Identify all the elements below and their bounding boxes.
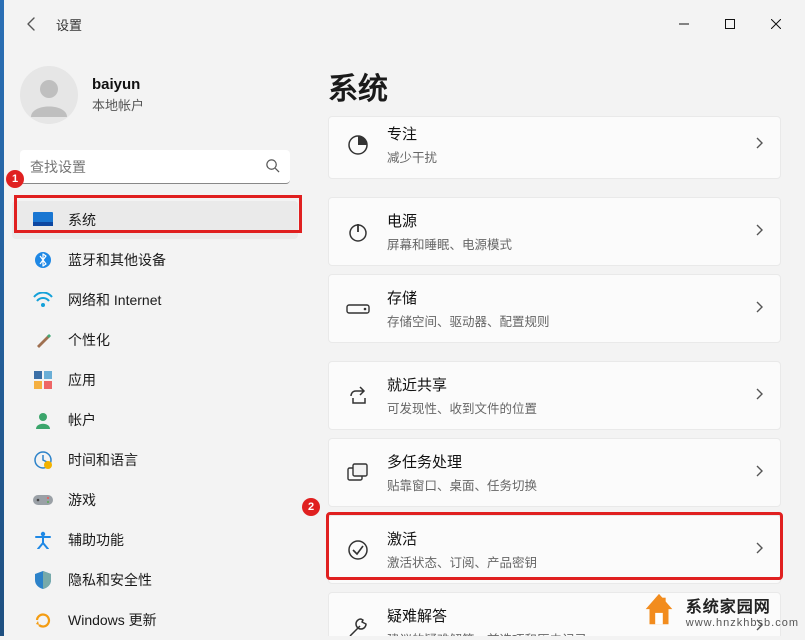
card-subtitle: 屏幕和睡眠、电源模式	[387, 234, 746, 253]
sidebar-item-label: 网络和 Internet	[68, 290, 161, 310]
sidebar-item-label: 隐私和安全性	[68, 570, 152, 590]
profile-block[interactable]: baiyun 本地帐户	[0, 58, 310, 142]
sidebar-item-accounts[interactable]: 帐户	[12, 401, 298, 439]
arrow-left-icon	[24, 16, 40, 32]
sidebar-item-bluetooth[interactable]: 蓝牙和其他设备	[12, 241, 298, 279]
card-focus[interactable]: 专注 减少干扰	[328, 116, 781, 179]
chevron-right-icon	[754, 464, 764, 481]
card-subtitle: 激活状态、订阅、产品密钥	[387, 552, 746, 571]
card-title: 激活	[387, 528, 746, 549]
close-icon	[771, 19, 781, 29]
sidebar-item-system[interactable]: 系统	[12, 201, 298, 239]
maximize-icon	[725, 19, 735, 29]
sidebar-item-windows-update[interactable]: Windows 更新	[12, 601, 298, 639]
watermark: 系统家园网 www.hnzkhbsb.com	[640, 592, 799, 630]
chevron-right-icon	[754, 300, 764, 317]
search-icon	[265, 158, 280, 176]
sidebar-item-time-language[interactable]: 时间和语言	[12, 441, 298, 479]
sidebar-item-network[interactable]: 网络和 Internet	[12, 281, 298, 319]
card-title: 电源	[387, 210, 746, 231]
accessibility-icon	[32, 529, 54, 551]
card-subtitle: 建议的疑难解答、首选项和历史记录	[387, 629, 746, 636]
sidebar-item-label: 时间和语言	[68, 450, 138, 470]
watermark-title: 系统家园网	[686, 593, 799, 617]
chevron-right-icon	[754, 136, 764, 153]
nav-list: 系统 蓝牙和其他设备 网络和 Internet 个性化	[0, 200, 310, 640]
apps-icon	[32, 369, 54, 391]
card-storage[interactable]: 存储 存储空间、驱动器、配置规则	[328, 274, 781, 343]
avatar	[20, 66, 78, 124]
page-title: 系统	[328, 64, 781, 108]
card-subtitle: 可发现性、收到文件的位置	[387, 398, 746, 417]
update-icon	[32, 609, 54, 631]
wifi-icon	[32, 289, 54, 311]
card-subtitle: 贴靠窗口、桌面、任务切换	[387, 475, 746, 494]
share-icon	[343, 381, 373, 411]
power-icon	[343, 217, 373, 247]
profile-subtitle: 本地帐户	[92, 95, 144, 114]
storage-icon	[343, 294, 373, 324]
multitask-icon	[343, 458, 373, 488]
clock-globe-icon	[32, 449, 54, 471]
chevron-right-icon	[754, 387, 764, 404]
sidebar-item-label: 个性化	[68, 330, 110, 350]
sidebar-item-label: Windows 更新	[68, 610, 157, 630]
search-wrap	[20, 150, 290, 184]
sidebar-item-label: 游戏	[68, 490, 96, 510]
sidebar-item-personalization[interactable]: 个性化	[12, 321, 298, 359]
gamepad-icon	[32, 489, 54, 511]
maximize-button[interactable]	[707, 8, 753, 40]
settings-card-list: 专注 减少干扰 电源 屏幕和睡眠、电源模式	[328, 116, 781, 636]
check-circle-icon	[343, 535, 373, 565]
watermark-url: www.hnzkhbsb.com	[686, 617, 799, 629]
card-title: 就近共享	[387, 374, 746, 395]
card-title: 专注	[387, 123, 746, 144]
minimize-icon	[679, 19, 689, 29]
sidebar-item-accessibility[interactable]: 辅助功能	[12, 521, 298, 559]
sidebar-item-label: 应用	[68, 370, 96, 390]
minimize-button[interactable]	[661, 8, 707, 40]
card-power[interactable]: 电源 屏幕和睡眠、电源模式	[328, 197, 781, 266]
chevron-right-icon	[754, 541, 764, 558]
annotation-badge-2: 2	[302, 498, 320, 516]
search-input[interactable]	[20, 150, 290, 184]
display-icon	[32, 209, 54, 231]
titlebar: 设置	[0, 0, 805, 48]
shield-icon	[32, 569, 54, 591]
sidebar: baiyun 本地帐户 系统 蓝牙和其他设备	[0, 48, 310, 636]
sidebar-item-apps[interactable]: 应用	[12, 361, 298, 399]
back-button[interactable]	[12, 4, 52, 44]
chevron-right-icon	[754, 223, 764, 240]
card-title: 多任务处理	[387, 451, 746, 472]
close-button[interactable]	[753, 8, 799, 40]
card-activation[interactable]: 激活 激活状态、订阅、产品密钥	[328, 515, 781, 584]
sidebar-item-label: 辅助功能	[68, 530, 124, 550]
focus-icon	[343, 130, 373, 160]
card-subtitle: 存储空间、驱动器、配置规则	[387, 311, 746, 330]
sidebar-item-label: 系统	[68, 210, 96, 230]
window-controls	[661, 8, 799, 40]
main-pane: 系统 专注 减少干扰 电源	[310, 48, 805, 636]
bluetooth-icon	[32, 249, 54, 271]
card-multitasking[interactable]: 多任务处理 贴靠窗口、桌面、任务切换	[328, 438, 781, 507]
watermark-logo-icon	[640, 592, 678, 630]
sidebar-item-label: 帐户	[68, 410, 96, 430]
window-title: 设置	[56, 15, 82, 34]
card-subtitle: 减少干扰	[387, 147, 746, 166]
annotation-badge-1: 1	[6, 170, 24, 188]
sidebar-item-label: 蓝牙和其他设备	[68, 250, 166, 270]
paintbrush-icon	[32, 329, 54, 351]
sidebar-item-gaming[interactable]: 游戏	[12, 481, 298, 519]
wrench-icon	[343, 612, 373, 637]
user-icon	[32, 409, 54, 431]
sidebar-item-privacy[interactable]: 隐私和安全性	[12, 561, 298, 599]
profile-name: baiyun	[92, 76, 144, 93]
card-nearby-share[interactable]: 就近共享 可发现性、收到文件的位置	[328, 361, 781, 430]
card-title: 存储	[387, 287, 746, 308]
person-icon	[25, 71, 73, 119]
